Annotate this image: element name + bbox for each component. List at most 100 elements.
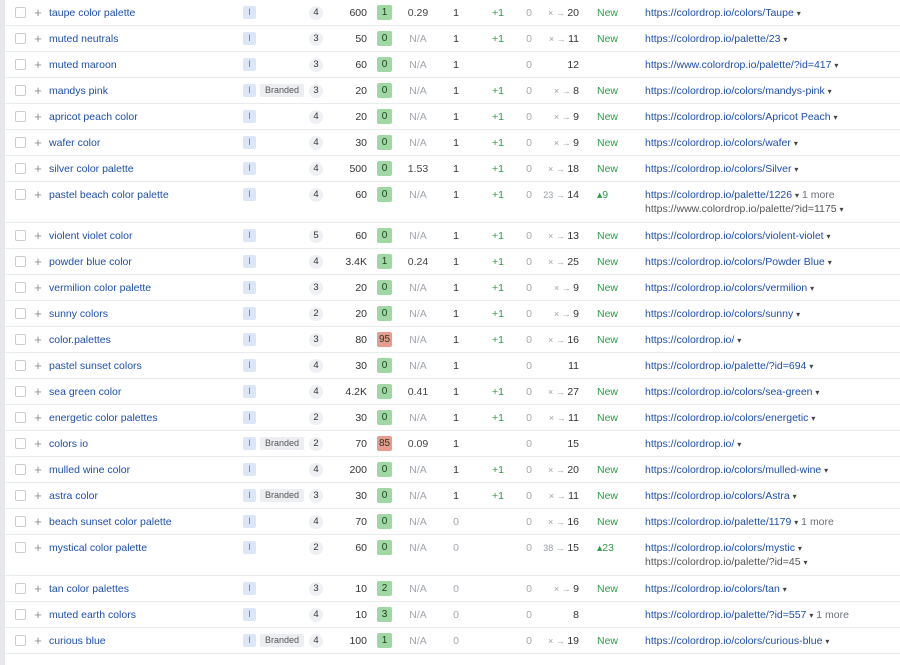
ranking-url[interactable]: https://colordrop.io/colors/Taupe ▾	[645, 7, 801, 19]
add-keyword-icon[interactable]: +	[32, 385, 44, 398]
url-text[interactable]: https://colordrop.io/colors/sunny	[645, 308, 796, 320]
url-text[interactable]: https://colordrop.io/colors/Powder Blue	[645, 256, 828, 268]
add-keyword-icon[interactable]: +	[32, 541, 44, 554]
keyword-link[interactable]: energetic color palettes	[49, 412, 158, 424]
ranking-url[interactable]: https://colordrop.io/colors/sunny ▾	[645, 308, 800, 320]
keyword-link[interactable]: wafer color	[49, 137, 100, 149]
keyword-link[interactable]: colors io	[49, 438, 88, 450]
keyword-link[interactable]: silver color palette	[49, 163, 134, 175]
url-text[interactable]: https://colordrop.io/colors/Astra	[645, 490, 793, 502]
keyword-link[interactable]: violent violet color	[49, 230, 132, 242]
row-checkbox[interactable]	[15, 334, 26, 345]
url-text[interactable]: https://colordrop.io/colors/sea-green	[645, 386, 815, 398]
keyword-link[interactable]: muted neutrals	[49, 33, 118, 45]
keyword-link[interactable]: vermilion color palette	[49, 282, 151, 294]
row-checkbox[interactable]	[15, 490, 26, 501]
chevron-down-icon[interactable]: ▾	[737, 336, 741, 345]
keyword-link[interactable]: taupe color palette	[49, 7, 135, 19]
row-checkbox[interactable]	[15, 516, 26, 527]
ranking-url[interactable]: https://colordrop.io/colors/Astra ▾	[645, 490, 797, 502]
keyword-link[interactable]: beach sunset color palette	[49, 516, 172, 528]
url-text[interactable]: https://colordrop.io/colors/energetic	[645, 412, 811, 424]
row-checkbox[interactable]	[15, 59, 26, 70]
add-keyword-icon[interactable]: +	[32, 229, 44, 242]
keyword-link[interactable]: muted earth colors	[49, 609, 136, 621]
ranking-url[interactable]: https://colordrop.io/colors/Silver ▾	[645, 163, 798, 175]
chevron-down-icon[interactable]: ▾	[824, 466, 828, 475]
ranking-url[interactable]: https://colordrop.io/colors/energetic ▾	[645, 412, 815, 424]
add-keyword-icon[interactable]: +	[32, 333, 44, 346]
chevron-down-icon[interactable]: ▾	[809, 362, 813, 371]
keyword-link[interactable]: mystical color palette	[49, 542, 147, 554]
url-text[interactable]: https://colordrop.io/palette/?id=557	[645, 609, 809, 621]
chevron-down-icon[interactable]: ▾	[794, 165, 798, 174]
url-text[interactable]: https://colordrop.io/colors/Apricot Peac…	[645, 111, 834, 123]
add-keyword-icon[interactable]: +	[32, 6, 44, 19]
url-text[interactable]: https://colordrop.io/palette/?id=694	[645, 360, 809, 372]
ranking-url[interactable]: https://www.colordrop.io/palette/?id=417…	[645, 59, 838, 71]
secondary-url[interactable]: https://colordrop.io/palette/?id=45 ▾	[645, 556, 808, 568]
chevron-down-icon[interactable]: ▾	[815, 388, 819, 397]
add-keyword-icon[interactable]: +	[32, 489, 44, 502]
url-text[interactable]: https://colordrop.io/colors/mulled-wine	[645, 464, 824, 476]
ranking-url[interactable]: https://colordrop.io/colors/tan ▾	[645, 583, 787, 595]
url-text[interactable]: https://colordrop.io/	[645, 438, 737, 450]
chevron-down-icon[interactable]: ▾	[828, 87, 832, 96]
add-keyword-icon[interactable]: +	[32, 84, 44, 97]
add-keyword-icon[interactable]: +	[32, 437, 44, 450]
more-urls-link[interactable]: 1 more	[798, 516, 834, 528]
keyword-link[interactable]: color.palettes	[49, 334, 111, 346]
ranking-url[interactable]: https://colordrop.io/ ▾	[645, 438, 741, 450]
ranking-url[interactable]: https://colordrop.io/colors/mulled-wine …	[645, 464, 828, 476]
chevron-down-icon[interactable]: ▾	[825, 637, 829, 646]
url-text[interactable]: https://colordrop.io/palette/1179	[645, 516, 794, 528]
url-text[interactable]: https://colordrop.io/palette/1226	[645, 189, 795, 201]
ranking-url[interactable]: https://colordrop.io/palette/1226 ▾ 1 mo…	[645, 189, 835, 201]
chevron-down-icon[interactable]: ▾	[803, 558, 807, 567]
chevron-down-icon[interactable]: ▾	[794, 139, 798, 148]
row-checkbox[interactable]	[15, 189, 26, 200]
add-keyword-icon[interactable]: +	[32, 515, 44, 528]
url-text[interactable]: https://colordrop.io/colors/violent-viol…	[645, 230, 827, 242]
add-keyword-icon[interactable]: +	[32, 411, 44, 424]
chevron-down-icon[interactable]: ▾	[834, 61, 838, 70]
more-urls-link[interactable]: 1 more	[799, 189, 835, 201]
keyword-link[interactable]: muted maroon	[49, 59, 117, 71]
add-keyword-icon[interactable]: +	[32, 58, 44, 71]
url-text[interactable]: https://colordrop.io/	[645, 334, 737, 346]
row-checkbox[interactable]	[15, 282, 26, 293]
chevron-down-icon[interactable]: ▾	[834, 113, 838, 122]
url-text[interactable]: https://colordrop.io/colors/tan	[645, 583, 783, 595]
ranking-url[interactable]: https://colordrop.io/colors/wafer ▾	[645, 137, 798, 149]
chevron-down-icon[interactable]: ▾	[793, 492, 797, 501]
url-text[interactable]: https://colordrop.io/colors/wafer	[645, 137, 794, 149]
keyword-link[interactable]: sunny colors	[49, 308, 108, 320]
add-keyword-icon[interactable]: +	[32, 32, 44, 45]
add-keyword-icon[interactable]: +	[32, 281, 44, 294]
chevron-down-icon[interactable]: ▾	[796, 310, 800, 319]
row-checkbox[interactable]	[15, 308, 26, 319]
keyword-link[interactable]: apricot peach color	[49, 111, 138, 123]
row-checkbox[interactable]	[15, 7, 26, 18]
keyword-link[interactable]: powder blue color	[49, 256, 132, 268]
row-checkbox[interactable]	[15, 635, 26, 646]
ranking-url[interactable]: https://colordrop.io/colors/Apricot Peac…	[645, 111, 838, 123]
url-text[interactable]: https://colordrop.io/colors/Silver	[645, 163, 794, 175]
url-text[interactable]: https://colordrop.io/colors/Taupe	[645, 7, 797, 19]
url-text[interactable]: https://colordrop.io/colors/vermilion	[645, 282, 810, 294]
keyword-link[interactable]: pastel sunset colors	[49, 360, 142, 372]
chevron-down-icon[interactable]: ▾	[783, 585, 787, 594]
row-checkbox[interactable]	[15, 33, 26, 44]
chevron-down-icon[interactable]: ▾	[737, 440, 741, 449]
add-keyword-icon[interactable]: +	[32, 634, 44, 647]
keyword-link[interactable]: pastel beach color palette	[49, 189, 169, 201]
ranking-url[interactable]: https://colordrop.io/palette/?id=557 ▾ 1…	[645, 609, 849, 621]
add-keyword-icon[interactable]: +	[32, 359, 44, 372]
keyword-link[interactable]: tan color palettes	[49, 583, 129, 595]
chevron-down-icon[interactable]: ▾	[839, 205, 843, 214]
chevron-down-icon[interactable]: ▾	[827, 232, 831, 241]
url-text[interactable]: https://www.colordrop.io/palette/?id=417	[645, 59, 834, 71]
ranking-url[interactable]: https://colordrop.io/colors/mystic ▾	[645, 542, 802, 554]
ranking-url[interactable]: https://colordrop.io/colors/sea-green ▾	[645, 386, 819, 398]
row-checkbox[interactable]	[15, 609, 26, 620]
